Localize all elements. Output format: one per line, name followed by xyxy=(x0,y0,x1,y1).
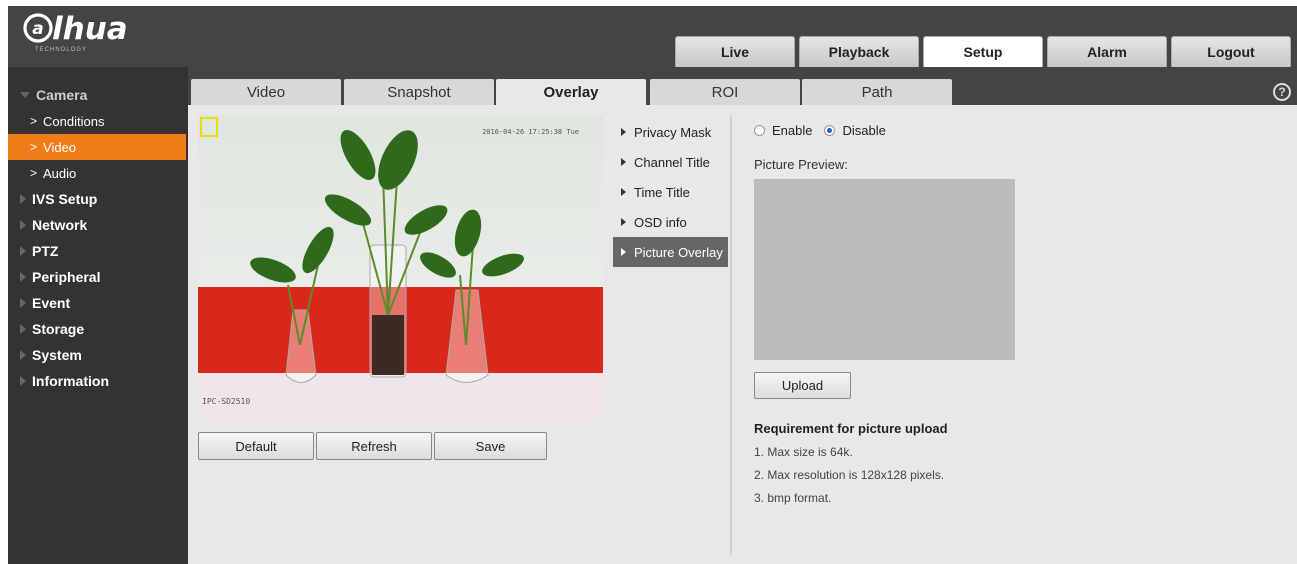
sidebar-item-network[interactable]: Network xyxy=(8,212,188,238)
sidebar-item-label: Storage xyxy=(32,321,85,337)
svg-text:lhua: lhua xyxy=(52,11,128,46)
triangle-right-icon xyxy=(621,218,626,226)
requirements-title: Requirement for picture upload xyxy=(754,421,948,436)
requirement-item: 1. Max size is 64k. xyxy=(754,445,853,459)
overlay-item-time-title[interactable]: Time Title xyxy=(613,177,728,207)
sidebar-item-label: System xyxy=(32,347,82,363)
tab-video[interactable]: Video xyxy=(191,79,341,105)
sidebar-item-system[interactable]: System xyxy=(8,342,188,368)
overlay-item-privacy-mask[interactable]: Privacy Mask xyxy=(613,117,728,147)
save-button[interactable]: Save xyxy=(434,432,547,460)
picture-preview-label: Picture Preview: xyxy=(754,157,848,172)
triangle-right-icon xyxy=(621,188,626,196)
main-tab-live[interactable]: Live xyxy=(675,36,795,67)
chevron-right-icon: > xyxy=(30,114,38,128)
sidebar-sub-video[interactable]: > Video xyxy=(8,134,186,160)
main-tab-setup[interactable]: Setup xyxy=(923,36,1043,67)
video-preview: 2016-04-26 17:25:38 Tue IPC-SD2510 xyxy=(198,115,603,419)
brand-sub: TECHNOLOGY xyxy=(35,47,88,53)
caret-right-icon xyxy=(20,350,26,360)
sidebar-item-label: Event xyxy=(32,295,71,311)
sidebar-item-label: Camera xyxy=(36,87,88,103)
osd-time-title: 2016-04-26 17:25:38 Tue xyxy=(482,128,579,136)
overlay-item-label: Privacy Mask xyxy=(634,124,712,140)
caret-right-icon xyxy=(20,324,26,334)
sidebar-item-label: Network xyxy=(32,217,88,233)
sidebar-item-label: IVS Setup xyxy=(32,191,98,207)
svg-text:a: a xyxy=(32,19,43,39)
sub-tabs-bar: Video Snapshot Overlay ROI Path ? xyxy=(188,67,1297,105)
osd-region-box[interactable] xyxy=(200,117,218,137)
tab-roi[interactable]: ROI xyxy=(650,79,800,105)
upload-button[interactable]: Upload xyxy=(754,372,851,399)
top-header: a lhua TECHNOLOGY Live Playback Setup Al… xyxy=(8,6,1297,67)
sidebar-item-peripheral[interactable]: Peripheral xyxy=(8,264,188,290)
sidebar-item-label: PTZ xyxy=(32,243,59,259)
content-area: Video Snapshot Overlay ROI Path ? 2016-0… xyxy=(188,67,1297,564)
caret-right-icon xyxy=(20,298,26,308)
triangle-right-icon xyxy=(621,128,626,136)
caret-right-icon xyxy=(20,246,26,256)
overlay-item-channel-title[interactable]: Channel Title xyxy=(613,147,728,177)
main-tab-playback[interactable]: Playback xyxy=(799,36,919,67)
sidebar-sub-label: Conditions xyxy=(43,113,105,129)
sidebar-sub-audio[interactable]: > Audio xyxy=(8,160,188,186)
triangle-right-icon xyxy=(621,248,626,256)
logo-icon: a lhua xyxy=(23,11,128,47)
sidebar-item-storage[interactable]: Storage xyxy=(8,316,188,342)
sidebar-item-information[interactable]: Information xyxy=(8,368,188,394)
tab-path[interactable]: Path xyxy=(802,79,952,105)
overlay-item-picture-overlay[interactable]: Picture Overlay xyxy=(613,237,728,267)
sidebar-item-ivs-setup[interactable]: IVS Setup xyxy=(8,186,188,212)
sidebar-item-camera[interactable]: Camera xyxy=(8,82,188,108)
caret-down-icon xyxy=(20,92,30,98)
enable-radio-group: Enable Disable xyxy=(754,123,886,138)
default-button[interactable]: Default xyxy=(198,432,314,460)
chevron-right-icon: > xyxy=(30,166,38,180)
panel-divider xyxy=(730,115,732,555)
enable-label: Enable xyxy=(772,123,813,138)
tab-snapshot[interactable]: Snapshot xyxy=(344,79,494,105)
caret-right-icon xyxy=(20,194,26,204)
sidebar-sub-label: Audio xyxy=(43,165,77,181)
overlay-item-label: Time Title xyxy=(634,184,690,200)
requirement-item: 3. bmp format. xyxy=(754,491,832,505)
caret-right-icon xyxy=(20,272,26,282)
picture-preview-box xyxy=(754,179,1015,360)
enable-radio[interactable] xyxy=(754,125,765,136)
sidebar-sub-conditions[interactable]: > Conditions xyxy=(8,108,188,134)
sidebar-item-ptz[interactable]: PTZ xyxy=(8,238,188,264)
overlay-item-label: OSD info xyxy=(634,214,687,230)
main-tab-alarm[interactable]: Alarm xyxy=(1047,36,1167,67)
osd-channel-title: IPC-SD2510 xyxy=(202,397,251,406)
chevron-right-icon: > xyxy=(30,140,38,154)
help-icon[interactable]: ? xyxy=(1273,83,1291,101)
overlay-menu: Privacy Mask Channel Title Time Title OS… xyxy=(613,117,728,267)
tab-overlay[interactable]: Overlay xyxy=(496,79,646,105)
sidebar: Camera > Conditions > Video > Audio IVS … xyxy=(8,67,188,564)
caret-right-icon xyxy=(20,220,26,230)
overlay-item-osd-info[interactable]: OSD info xyxy=(613,207,728,237)
main-tab-logout[interactable]: Logout xyxy=(1171,36,1291,67)
sidebar-item-label: Peripheral xyxy=(32,269,101,285)
disable-label: Disable xyxy=(842,123,886,138)
disable-radio[interactable] xyxy=(824,125,836,136)
sidebar-sub-label: Video xyxy=(43,139,77,155)
triangle-right-icon xyxy=(621,158,626,166)
requirement-item: 2. Max resolution is 128x128 pixels. xyxy=(754,468,945,482)
caret-right-icon xyxy=(20,376,26,386)
refresh-button[interactable]: Refresh xyxy=(316,432,432,460)
overlay-item-label: Picture Overlay xyxy=(634,244,723,260)
picture-overlay-panel: Enable Disable Picture Preview: Upload R… xyxy=(754,123,1015,505)
plants-image xyxy=(250,130,524,383)
sidebar-item-label: Information xyxy=(32,373,109,389)
sidebar-item-event[interactable]: Event xyxy=(8,290,188,316)
overlay-item-label: Channel Title xyxy=(634,154,710,170)
main-nav: Live Playback Setup Alarm Logout xyxy=(675,36,1291,67)
